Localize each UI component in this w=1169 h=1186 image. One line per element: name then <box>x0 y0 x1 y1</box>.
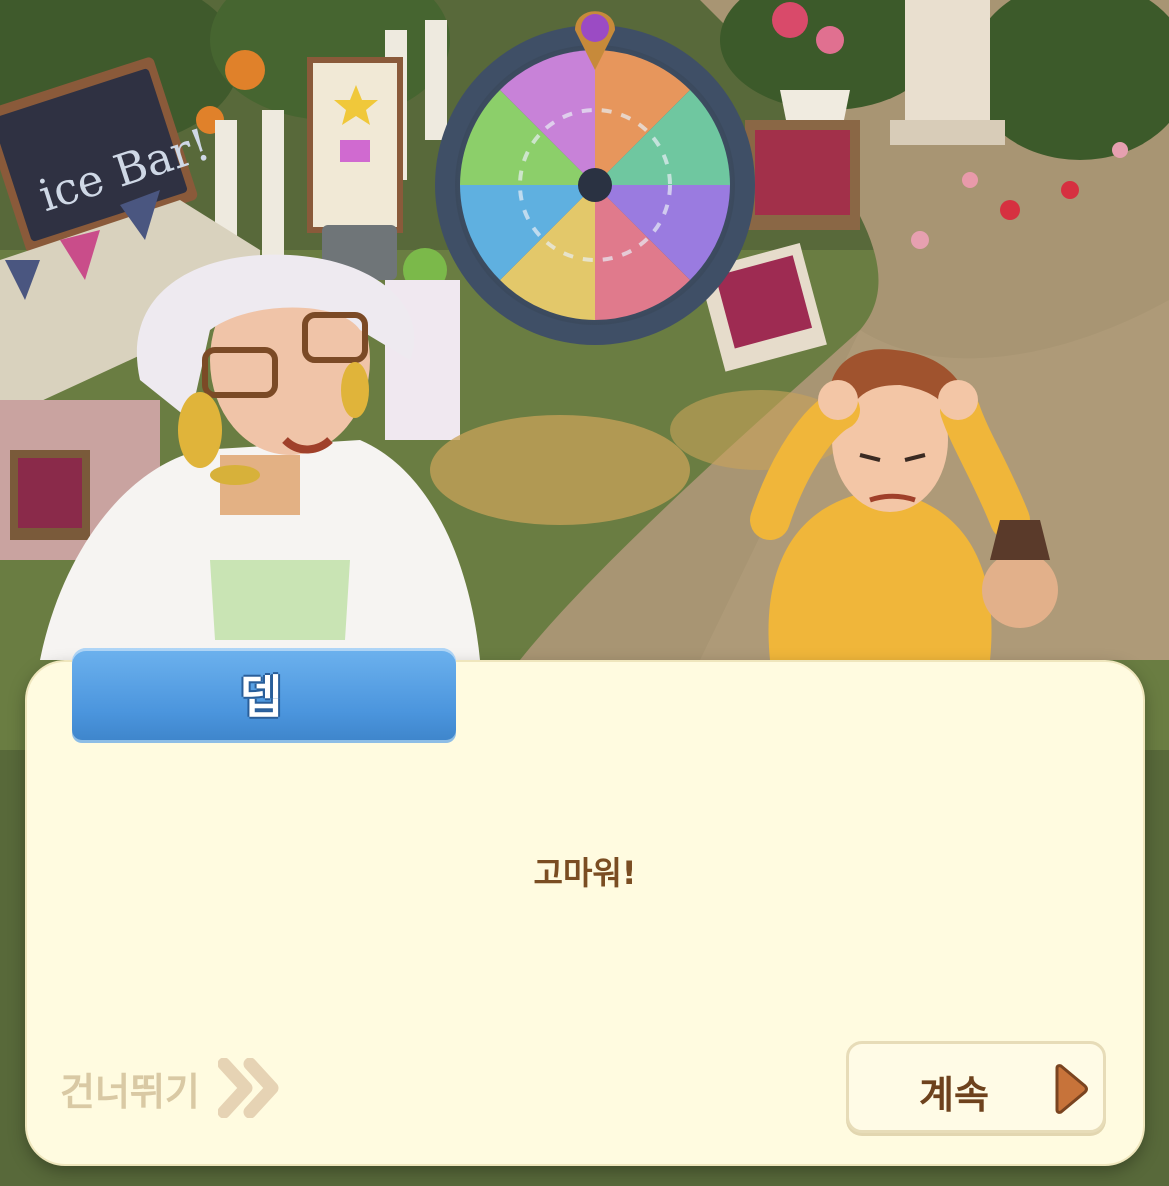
skip-label: 건너뛰기 <box>60 1069 200 1114</box>
continue-button[interactable]: 계속 <box>846 1041 1106 1133</box>
speaker-name-tab: 뎁 <box>72 648 456 740</box>
speaker-name: 뎁 <box>239 670 283 724</box>
dialog-message: 고마워! <box>533 854 637 892</box>
double-chevron-right-icon <box>217 1058 279 1118</box>
continue-label: 계속 <box>919 1073 989 1117</box>
skip-button[interactable]: 건너뛰기 <box>60 1058 280 1118</box>
play-arrow-icon <box>1055 1064 1088 1114</box>
